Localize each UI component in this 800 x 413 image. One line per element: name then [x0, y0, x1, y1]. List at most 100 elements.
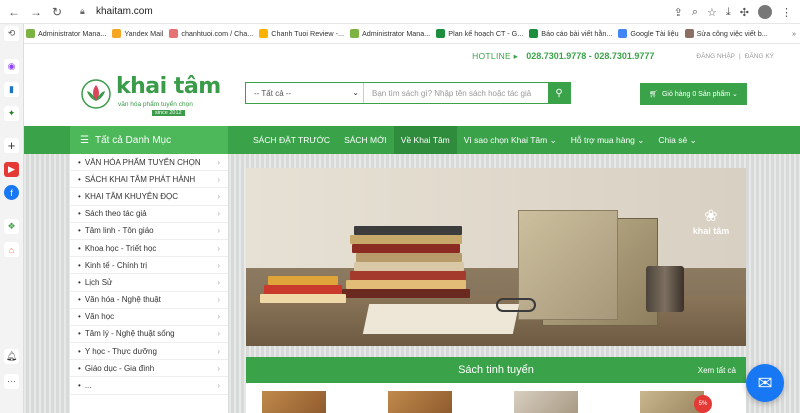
all-categories-toggle[interactable]: ☰ Tất cả Danh Mục — [70, 126, 228, 154]
category-menu-item[interactable]: • Văn hóa - Nghệ thuật › — [70, 292, 228, 309]
bullet-icon: • — [78, 157, 81, 167]
category-menu-item[interactable]: • Khoa học - Triết học › — [70, 240, 228, 258]
bookmark-item[interactable]: Báo cáo bài viết hằn... — [529, 29, 612, 38]
cart-button[interactable]: 🛒︎ Giỏ hàng 0 Sản phẩm ⌄ — [640, 83, 747, 105]
bookmarks-overflow-icon[interactable]: » — [792, 29, 800, 38]
view-all-link[interactable]: Xem tất cả — [698, 366, 736, 375]
bookmark-label: Sửa công việc viết b... — [696, 29, 768, 38]
bookmark-item[interactable]: Sửa công việc viết b... — [684, 29, 768, 38]
search-input[interactable] — [364, 83, 548, 103]
chevron-right-icon: › — [217, 277, 220, 287]
category-menu-item[interactable]: • Tâm linh - Tôn giáo › — [70, 223, 228, 240]
shop-icon[interactable]: ⌂ — [4, 242, 19, 257]
profile-avatar[interactable] — [758, 5, 772, 19]
reload-icon[interactable]: ↻ — [52, 5, 62, 19]
messenger-side-icon[interactable]: ◉ — [4, 59, 19, 74]
search-category-select[interactable]: -- Tất cả -- ⌄ — [246, 83, 364, 103]
search-category-value: -- Tất cả -- — [254, 88, 292, 98]
bookmark-item[interactable]: chanhtuoi.com / Cha... — [169, 29, 253, 38]
hotline-number[interactable]: 028.7301.9778 - 028.7301.9777 — [526, 51, 654, 61]
bullet-icon: • — [78, 381, 81, 391]
browser-nav: ← → ↻ — [0, 5, 72, 19]
search-button[interactable]: ⚲ — [548, 83, 570, 103]
bookmark-item[interactable]: Google Tài liệu — [618, 29, 679, 38]
category-menu-item[interactable]: •... › — [70, 377, 228, 395]
add-icon[interactable]: + — [4, 138, 19, 153]
product-thumbnail[interactable] — [514, 391, 578, 413]
chevron-right-icon: › — [217, 295, 220, 305]
nav-item[interactable]: SÁCH MỚI — [337, 126, 394, 154]
analytics-icon[interactable]: ▮ — [4, 82, 19, 97]
cart-label: Giỏ hàng 0 Sản phẩm ⌄ — [661, 91, 738, 98]
category-menu-item[interactable]: • Lịch Sử › — [70, 274, 228, 292]
star-icon[interactable]: ☆ — [707, 6, 717, 19]
lotus-logo-icon — [81, 79, 111, 109]
product-thumbnail[interactable] — [388, 391, 452, 413]
category-menu-item[interactable]: • KHAI TÂM KHUYÊN ĐỌC › — [70, 188, 228, 206]
category-menu-item[interactable]: • Kinh tế - Chính trị › — [70, 257, 228, 275]
website-page: HOTLINE ▸ 028.7301.9778 - 028.7301.9777 … — [24, 44, 800, 413]
nav-item[interactable]: Về Khai Tâm — [393, 126, 457, 154]
category-menu-item[interactable]: • Văn học › — [70, 309, 228, 326]
extension-icon[interactable]: ❖ — [4, 219, 19, 234]
bookmark-item[interactable]: Administrator Mana... — [26, 29, 106, 38]
bookmark-item[interactable]: Administrator Mana... — [349, 29, 431, 38]
category-label-wrap: • Kinh tế - Chính trị — [78, 261, 147, 270]
bookmark-item[interactable]: Yandex Mail — [112, 29, 163, 38]
bookmark-item[interactable]: Chanh Tuoi Review -... — [259, 29, 344, 38]
address-bar[interactable]: 🔒︎ khaitam.com — [72, 3, 772, 21]
category-menu-item[interactable]: • Tâm lý - Nghệ thuật sống › — [70, 326, 228, 344]
settings-icon[interactable]: ⋯ — [4, 374, 19, 389]
nav-item[interactable]: SÁCH ĐẶT TRƯỚC — [246, 126, 337, 154]
bookmark-favicon-icon — [112, 29, 122, 38]
nav-item[interactable]: Chia sẻ ⌄ — [651, 126, 703, 154]
chevron-right-icon: › — [217, 174, 220, 184]
share-icon[interactable]: ⇪ — [674, 6, 683, 19]
bookmark-item[interactable]: Plan kế hoạch CT - G... — [436, 29, 523, 38]
cart-icon: 🛒︎ — [649, 91, 658, 98]
bullet-icon: • — [78, 312, 81, 322]
category-label-wrap: • Văn học — [78, 312, 114, 321]
bookmark-favicon-icon — [436, 29, 446, 38]
nav-item[interactable]: Hỗ trợ mua hàng ⌄ — [564, 126, 652, 154]
chevron-right-icon: › — [217, 329, 220, 339]
category-menu-item[interactable]: • Y học - Thực dưỡng › — [70, 343, 228, 361]
register-link[interactable]: ĐĂNG KÝ — [745, 53, 774, 60]
nav-item[interactable]: Vì sao chọn Khai Tâm ⌄ — [457, 126, 564, 154]
chevron-right-icon: › — [217, 226, 220, 236]
discount-badge: 5% — [694, 395, 712, 413]
product-thumbnail[interactable]: 5% — [640, 391, 712, 413]
url-text: khaitam.com — [96, 6, 153, 17]
bookmark-favicon-icon — [529, 29, 539, 38]
banner-background — [246, 168, 746, 268]
category-menu-item[interactable]: • VĂN HÓA PHẨM TUYỂN CHỌN › — [70, 154, 228, 172]
browser-side-panel: ⟲ ◉ ▮ ✦ + ▶ f ❖ ⌂ 🔔︎ ⋯ — [0, 24, 24, 413]
messenger-chat-button[interactable]: ✉ — [746, 364, 784, 402]
game-icon[interactable]: ✦ — [4, 106, 19, 121]
back-icon[interactable]: ← — [8, 5, 20, 19]
logo-tagline: văn hóa phẩm tuyển chọn — [118, 101, 193, 108]
search-page-icon[interactable]: ⌕ — [692, 6, 698, 19]
category-label: KHAI TÂM KHUYÊN ĐỌC — [84, 191, 179, 201]
extensions-icon[interactable]: ✣ — [740, 6, 749, 19]
category-menu-item[interactable]: • Sách theo tác giả › — [70, 206, 228, 223]
category-menu-item[interactable]: • SÁCH KHAI TÂM PHÁT HÀNH › — [70, 171, 228, 189]
site-logo[interactable]: khai tâm văn hóa phẩm tuyển chọn since 2… — [80, 74, 230, 118]
auth-separator: | — [739, 52, 741, 60]
forward-icon[interactable]: → — [30, 5, 42, 19]
top-info-bar: HOTLINE ▸ 028.7301.9778 - 028.7301.9777 … — [24, 44, 800, 68]
bookmark-label: Administrator Mana... — [361, 29, 431, 38]
product-thumbnail[interactable] — [262, 391, 326, 413]
category-menu-item[interactable]: • Giáo dục - Gia đình › — [70, 360, 228, 378]
category-label-wrap: • Tâm lý - Nghệ thuật sống — [78, 329, 175, 338]
logo-since: since 2012 — [152, 110, 185, 116]
hero-banner[interactable]: ❀ khai tâm — [246, 168, 746, 346]
login-link[interactable]: ĐĂNG NHẬP — [696, 53, 735, 60]
history-icon[interactable]: ⟲ — [4, 26, 19, 41]
notification-icon[interactable]: 🔔︎ — [4, 349, 19, 364]
facebook-icon[interactable]: f — [4, 185, 19, 200]
youtube-icon[interactable]: ▶ — [4, 162, 19, 177]
bookmark-label: Google Tài liệu — [630, 29, 679, 38]
more-icon[interactable]: ⋮ — [781, 6, 792, 19]
download-icon[interactable]: ⤓ — [726, 6, 731, 19]
